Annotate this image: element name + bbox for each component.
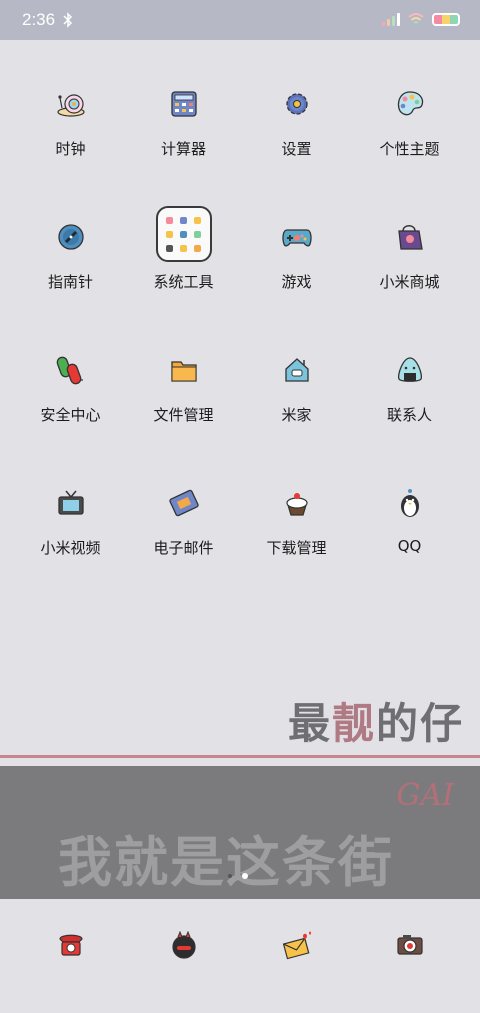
folder-icon: [155, 206, 212, 262]
app-label: 系统工具: [153, 273, 214, 291]
app-label: QQ: [397, 537, 422, 555]
app-label: 时钟: [55, 140, 86, 158]
app-mi-home[interactable]: 米家: [240, 346, 353, 479]
app-label: 小米视频: [40, 539, 101, 557]
wallpaper-slogan-line2: 我就是这条街: [58, 831, 394, 894]
app-calculator[interactable]: 计算器: [127, 80, 240, 213]
app-label: 电子邮件: [153, 539, 214, 557]
wallpaper-divider: [0, 755, 480, 758]
compass-icon: [57, 224, 84, 250]
app-security-center[interactable]: 安全中心: [14, 346, 127, 479]
app-label: 游戏: [281, 273, 312, 291]
snail-clock-icon: [56, 94, 85, 117]
app-settings[interactable]: 设置: [240, 80, 353, 213]
calculator-icon: [170, 91, 197, 117]
app-system-tools-folder[interactable]: 系统工具: [127, 206, 240, 346]
signal-icon: [382, 12, 400, 26]
app-contacts[interactable]: 联系人: [353, 346, 466, 479]
battery-icon: [432, 12, 460, 26]
tv-icon: [57, 490, 84, 515]
page-indicator[interactable]: [228, 873, 248, 879]
bluetooth-icon: [63, 12, 73, 28]
phone-icon: [58, 934, 83, 956]
palette-icon: [397, 91, 423, 116]
page-dot-active[interactable]: [242, 873, 248, 879]
app-mi-store[interactable]: 小米商城: [353, 213, 466, 346]
wifi-icon: [408, 12, 424, 24]
app-label: 文件管理: [153, 406, 214, 424]
app-mi-video[interactable]: 小米视频: [14, 479, 127, 612]
dock-love-letter[interactable]: [240, 899, 353, 1013]
gamepad-icon: [281, 229, 312, 247]
wallpaper-gai-text: GAI: [396, 778, 454, 813]
wallpaper-slogan-line1: 最靓的仔: [288, 690, 464, 751]
shopping-bag-icon: [397, 225, 423, 250]
app-row: 小米视频 电子邮件 下载管理 QQ: [0, 479, 480, 612]
app-games[interactable]: 游戏: [240, 213, 353, 346]
app-clock[interactable]: 时钟: [14, 80, 127, 213]
app-label: 计算器: [160, 140, 206, 158]
status-time: 2:36: [22, 10, 56, 29]
status-indicators: [382, 12, 460, 26]
pill-icon: [56, 356, 83, 385]
love-letter-icon: [282, 931, 311, 960]
app-label: 下载管理: [266, 539, 327, 557]
onigiri-icon: [397, 357, 422, 382]
app-label: 安全中心: [40, 406, 101, 424]
slogan-part: 最: [287, 699, 332, 748]
app-row: 指南针 系统工具 游戏 小米商城: [0, 206, 480, 346]
app-email[interactable]: 电子邮件: [127, 479, 240, 612]
message-bubble-icon: [171, 931, 196, 959]
cupcake-icon: [285, 493, 308, 516]
slogan-part: 的仔: [375, 699, 464, 748]
app-download-manager[interactable]: 下载管理: [240, 479, 353, 612]
app-row: 安全中心 文件管理 米家 联系人: [0, 346, 480, 479]
app-qq[interactable]: QQ: [353, 479, 466, 612]
app-label: 联系人: [386, 406, 432, 424]
page-dot[interactable]: [228, 874, 232, 878]
app-label: 个性主题: [379, 140, 440, 158]
penguin-icon: [400, 489, 419, 517]
house-icon: [284, 358, 309, 382]
slogan-highlight: 靓: [331, 699, 376, 748]
status-bar: 2:36: [0, 0, 480, 40]
app-label: 米家: [281, 406, 312, 424]
app-row: 时钟 计算器 设置 个性主题: [0, 80, 480, 213]
dock-phone[interactable]: [14, 899, 127, 1013]
dock-camera[interactable]: [353, 899, 466, 1013]
app-label: 小米商城: [379, 273, 440, 291]
app-label: 设置: [281, 140, 312, 158]
file-folder-icon: [170, 361, 197, 382]
app-themes[interactable]: 个性主题: [353, 80, 466, 213]
app-file-manager[interactable]: 文件管理: [127, 346, 240, 479]
camera-icon: [396, 935, 423, 955]
app-compass[interactable]: 指南针: [14, 213, 127, 346]
app-label: 指南针: [47, 273, 93, 291]
dock: [0, 899, 480, 1013]
dock-messages[interactable]: [127, 899, 240, 1013]
envelope-icon: [168, 489, 199, 517]
gear-icon: [285, 93, 308, 115]
app-grid: 时钟 计算器 设置 个性主题 指南针 系统工具 游戏 小米商城 安全中心 文件管…: [0, 80, 480, 612]
